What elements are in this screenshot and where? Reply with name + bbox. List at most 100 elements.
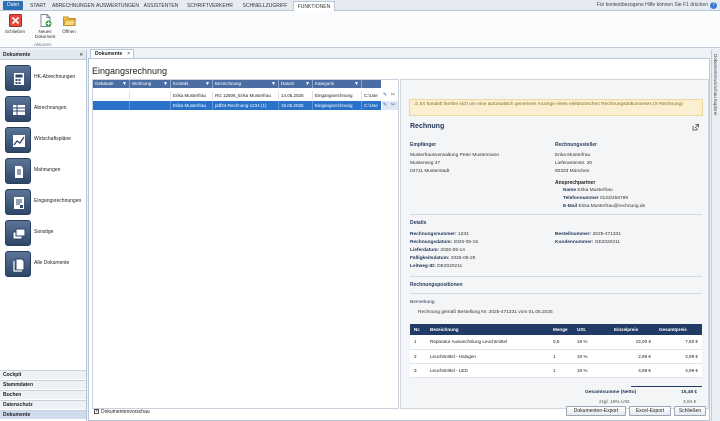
- filter-icon[interactable]: ▼: [205, 80, 210, 88]
- ribbon-group-label: Aktionen: [34, 42, 52, 47]
- sidebar-item-mahnungen[interactable]: Mahnungen: [3, 157, 85, 185]
- divider: [410, 276, 702, 277]
- detail-delivery-date: Lieferdatum: 2025-05-14: [410, 248, 465, 253]
- document-export-button[interactable]: Dokumenten-Export: [566, 406, 626, 416]
- detail-leitweg-id: Leitweg-ID: DE2020211: [410, 264, 463, 269]
- row-actions: ✎ ✂: [382, 101, 398, 110]
- column-header-wohnung[interactable]: Wohnung ▼: [130, 80, 171, 88]
- side-panel-strip[interactable]: Dokumentenvorschau Explorer: [711, 50, 720, 421]
- table-row: 3 Leuchtmittel - LED 1 19 % 4,99 € 4,99 …: [410, 363, 702, 378]
- filter-icon[interactable]: ▼: [305, 80, 310, 88]
- sidebar-header: Dokumente «: [0, 50, 86, 60]
- grid-header: Gebäude ▼ Wohnung ▼ Kontakt ▼ Bezeichnung ▼ …: [93, 80, 381, 88]
- contact-name: Name Erika Musterfrau: [563, 188, 613, 193]
- line-chart-icon: [5, 127, 31, 153]
- help-icon[interactable]: ?: [710, 2, 717, 9]
- filter-icon[interactable]: ▼: [122, 80, 127, 88]
- close-ribbon-button[interactable]: Schließen: [3, 14, 27, 34]
- preview-checkbox[interactable]: Dokumentenvorschau: [94, 408, 150, 415]
- sidebar-item-hk-abrechnungen[interactable]: HK-Abrechnungen: [3, 64, 85, 92]
- cell-gebaeude: [93, 101, 130, 110]
- table-row[interactable]: Erika Musterfrau pdf24-Rechnung-1234 (1)…: [93, 101, 381, 110]
- excel-export-button[interactable]: Excel-Export: [629, 406, 671, 416]
- divider: [631, 386, 702, 387]
- cell-path: C:\Use: [364, 93, 378, 98]
- side-panel-label: Dokumentenvorschau Explorer: [713, 54, 718, 116]
- tab-assistenten[interactable]: ASSISTENTEN: [142, 1, 180, 11]
- sidebar-item-wirtschaftsplaene[interactable]: Wirtschaftspläne: [3, 126, 85, 154]
- open-button[interactable]: Öffnen: [60, 14, 78, 34]
- sidebar-item-eingangsrechnungen[interactable]: Eingangsrechnungen: [3, 188, 85, 216]
- contact-phone: Telefonnummer 0123/456789: [563, 196, 628, 201]
- edit-icon[interactable]: ✎: [382, 102, 388, 109]
- filter-icon[interactable]: ▼: [271, 80, 276, 88]
- invoice-icon: [5, 189, 31, 215]
- unlink-icon[interactable]: ✂: [390, 92, 396, 99]
- documents-icon: [5, 251, 31, 277]
- tab-schnellzugriff[interactable]: SCHNELLZUGRIFF: [240, 1, 290, 11]
- detail-order-number: Bestellnummer: 2025-471331: [555, 232, 621, 237]
- column-header-kontakt[interactable]: Kontakt ▼: [171, 80, 213, 88]
- cell-path: C:\Use: [364, 103, 378, 108]
- unlink-icon[interactable]: ✂: [390, 102, 396, 109]
- sidebar-category-buchen[interactable]: Buchen: [0, 390, 86, 399]
- sidebar-category-cockpit[interactable]: Cockpit: [0, 370, 86, 379]
- tab-start[interactable]: START: [28, 1, 48, 11]
- ribbon: Schließen Neues Dokument Öffnen Aktionen: [0, 11, 720, 48]
- cell-wohnung: [130, 101, 171, 110]
- sidebar-category-datenschutz[interactable]: Datenschutz: [0, 400, 86, 409]
- filter-icon[interactable]: ▼: [354, 80, 359, 88]
- document-tab[interactable]: Dokumente ×: [90, 49, 134, 58]
- th-bezeichnung: Bezeichnung: [426, 324, 549, 335]
- remark-text: Rechnung gemäß Bestellung Nr. 2025-47133…: [418, 310, 553, 315]
- sidebar-item-label: HK-Abrechnungen: [34, 74, 76, 80]
- cell-gesamtpreis: 2,99 €: [655, 349, 702, 364]
- cell-kategorie: Eingangsrechnung: [313, 101, 362, 110]
- cell-bezeichnung: Leuchtmittel - LED: [426, 363, 549, 378]
- tab-schriftverkehr[interactable]: SCHRIFTVERKEHR: [184, 1, 236, 11]
- column-header-kategorie[interactable]: Kategorie ▼: [313, 80, 362, 88]
- sidebar-category-stammdaten[interactable]: Stammdaten: [0, 380, 86, 389]
- stack-icon: [5, 220, 31, 246]
- tab-auswertungen[interactable]: AUSWERTUNGEN: [96, 1, 139, 11]
- column-header-path[interactable]: [362, 80, 381, 88]
- sidebar-item-alle-dokumente[interactable]: Alle Dokumente: [3, 250, 85, 278]
- sidebar-item-label: Abrechnungen: [34, 105, 67, 111]
- cell-gesamtpreis: 4,99 €: [655, 363, 702, 378]
- close-button[interactable]: Schließen: [674, 406, 706, 416]
- cell-datum: 15.05.2025: [279, 101, 313, 110]
- close-tab-icon[interactable]: ×: [127, 50, 130, 58]
- table-row: 2 Leuchtmittel - Halogen 1 19 % 2,99 € 2…: [410, 349, 702, 364]
- th-gesamtpreis: Gesamtpreis: [655, 324, 702, 335]
- total-net-label: Gesamtsumme (Netto): [585, 390, 637, 395]
- cell-menge: 1: [549, 349, 573, 364]
- filter-icon[interactable]: ▼: [163, 80, 168, 88]
- sidebar-item-sonstige[interactable]: Sonstige: [3, 219, 85, 247]
- column-header-bezeichnung[interactable]: Bezeichnung ▼: [213, 80, 279, 88]
- table-row[interactable]: Erika Musterfrau RG 12506_Erika Musterfr…: [93, 91, 381, 100]
- collapse-sidebar-icon[interactable]: «: [80, 50, 83, 60]
- checkbox-checked-icon[interactable]: [94, 408, 99, 415]
- file-menu-button[interactable]: Datei: [3, 1, 23, 10]
- column-header-datum[interactable]: Datum ▼: [279, 80, 313, 88]
- cell-kontakt: Erika Musterfrau: [171, 101, 213, 110]
- spreadsheet-icon: [5, 96, 31, 122]
- tab-abrechnungen[interactable]: ABRECHNUNGEN: [52, 1, 95, 11]
- recipient-line-2: Musterweg 47: [410, 161, 441, 166]
- tab-funktionen[interactable]: FUNKTIONEN: [293, 1, 335, 11]
- total-net-value: 15,48 €: [681, 390, 698, 395]
- cell-bezeichnung: Reparatur Auswechslung Leuchtmittel: [426, 335, 549, 350]
- sidebar-category-dokumente[interactable]: Dokumente: [0, 410, 86, 419]
- row-actions: ✎ ✂: [382, 91, 398, 100]
- cell-ust: 19 %: [573, 349, 610, 364]
- new-document-button[interactable]: Neues Dokument: [32, 14, 58, 39]
- cell-einzelpreis: 4,99 €: [610, 363, 655, 378]
- cell-bezeichnung: Leuchtmittel - Halogen: [426, 349, 549, 364]
- sidebar-item-abrechnungen[interactable]: Abrechnungen: [3, 95, 85, 123]
- positions-label: Rechnungspositionen: [410, 282, 463, 288]
- ribbon-tab-bar: Datei START ABRECHNUNGEN AUSWERTUNGEN AS…: [0, 0, 720, 11]
- column-header-gebaeude[interactable]: Gebäude ▼: [93, 80, 130, 88]
- edit-icon[interactable]: ✎: [382, 92, 388, 99]
- calculator-icon: [5, 65, 31, 91]
- external-link-icon[interactable]: [692, 124, 699, 131]
